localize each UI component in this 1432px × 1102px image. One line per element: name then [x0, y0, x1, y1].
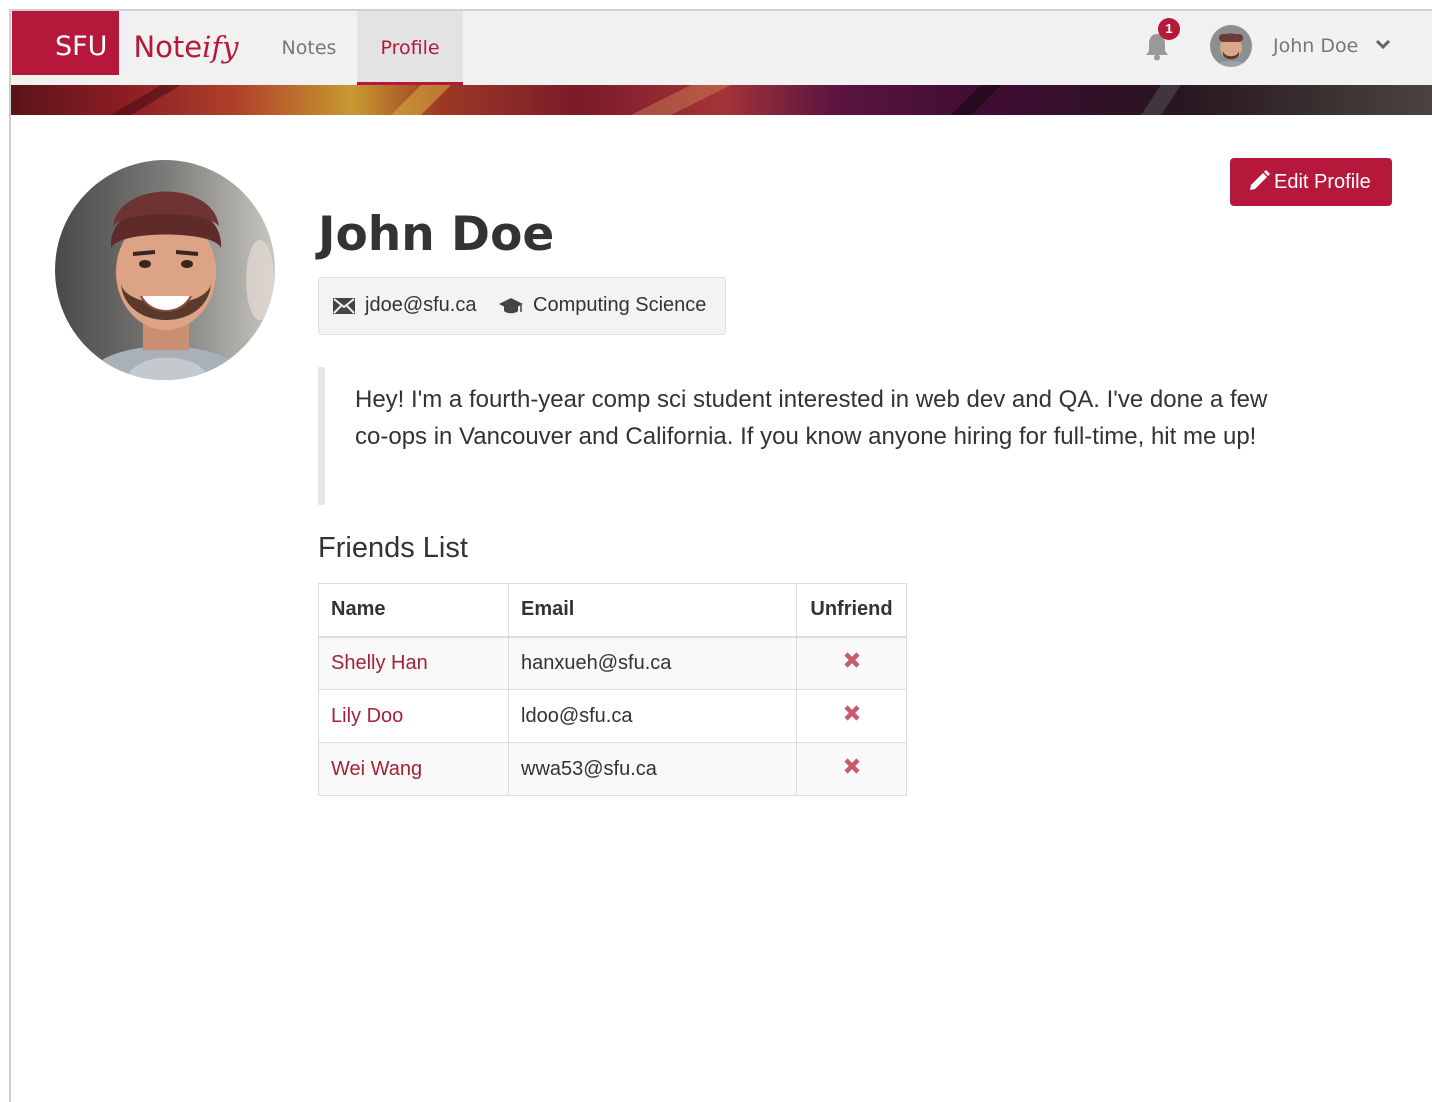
nav-tab-profile[interactable]: Profile — [357, 11, 463, 85]
column-header-unfriend: Unfriend — [796, 583, 907, 638]
profile-name: John Doe — [318, 207, 555, 262]
x-icon[interactable] — [843, 651, 861, 675]
header-banner — [11, 85, 1432, 115]
pencil-icon — [1250, 170, 1270, 190]
nav-tab-notes[interactable]: Notes — [263, 11, 355, 85]
friend-name[interactable]: Wei Wang — [318, 742, 509, 796]
friend-email: hanxueh@sfu.ca — [508, 636, 797, 690]
user-menu[interactable]: John Doe — [1273, 11, 1358, 85]
friends-table: Name Email Unfriend Shelly Han hanxueh@s… — [318, 583, 907, 796]
notification-badge: 1 — [1158, 18, 1180, 40]
app-window: SFU Noteify Notes Profile 1 John Doe Edi… — [9, 9, 1432, 1102]
table-row: Wei Wang wwa53@sfu.ca — [318, 742, 907, 796]
navbar: SFU Noteify Notes Profile 1 John Doe — [11, 11, 1432, 85]
friend-email: ldoo@sfu.ca — [508, 689, 797, 743]
table-row: Lily Doo ldoo@sfu.ca — [318, 689, 907, 743]
graduation-cap-icon — [499, 296, 523, 322]
x-icon[interactable] — [843, 757, 861, 781]
edit-profile-button[interactable]: Edit Profile — [1230, 158, 1392, 206]
avatar[interactable] — [1210, 25, 1252, 67]
unfriend-cell — [796, 689, 907, 743]
profile-photo — [55, 160, 275, 380]
friend-name[interactable]: Shelly Han — [318, 636, 509, 690]
app-name-script: ify — [202, 30, 239, 64]
envelope-icon — [333, 297, 355, 320]
friend-name[interactable]: Lily Doo — [318, 689, 509, 743]
profile-bio: Hey! I'm a fourth-year comp sci student … — [318, 367, 1298, 505]
friends-list-title: Friends List — [318, 532, 468, 564]
edit-profile-label: Edit Profile — [1274, 171, 1371, 193]
profile-info: jdoe@sfu.ca Computing Science — [318, 277, 726, 335]
profile-email: jdoe@sfu.ca — [365, 294, 477, 316]
chevron-down-icon[interactable] — [1374, 38, 1392, 52]
unfriend-cell — [796, 636, 907, 690]
column-header-name: Name — [318, 583, 509, 638]
column-header-email: Email — [508, 583, 797, 638]
x-icon[interactable] — [843, 704, 861, 728]
table-header-row: Name Email Unfriend — [318, 583, 907, 638]
profile-department: Computing Science — [533, 294, 707, 316]
table-row: Shelly Han hanxueh@sfu.ca — [318, 636, 907, 690]
friend-email: wwa53@sfu.ca — [508, 742, 797, 796]
app-name-prefix: Note — [133, 30, 203, 64]
sfu-logo: SFU — [12, 11, 120, 75]
unfriend-cell — [796, 742, 907, 796]
brand-logo[interactable]: SFU Noteify — [12, 11, 239, 85]
app-name: Noteify — [119, 11, 238, 65]
